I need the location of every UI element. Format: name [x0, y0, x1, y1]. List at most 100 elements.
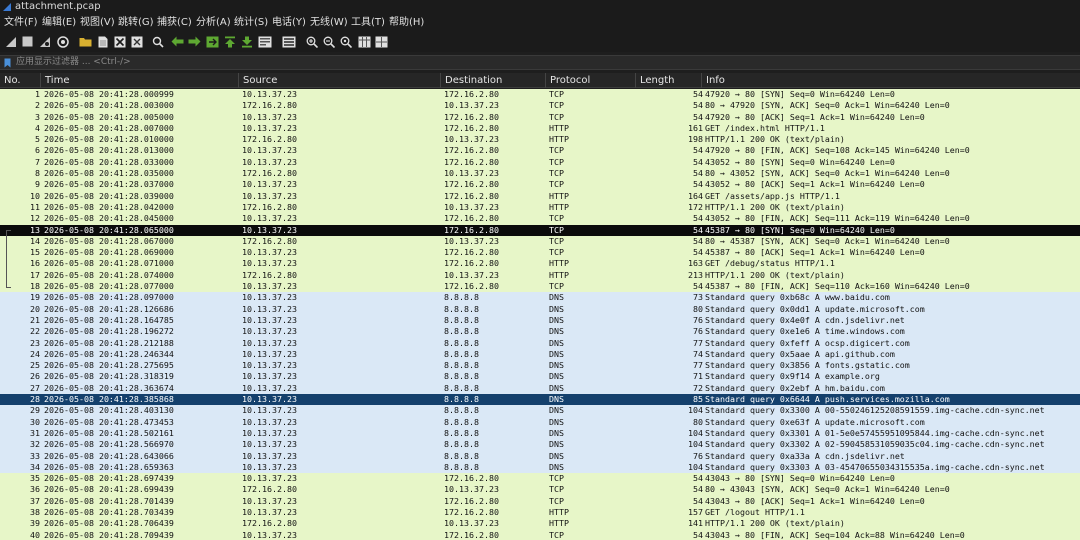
packet-row[interactable]: 3 2026-05-08 20:41:28.005000 10.13.37.23 17… [0, 111, 1080, 123]
packet-row[interactable]: 12 2026-05-08 20:41:28.045000 10.13.37.23 1… [0, 213, 1080, 225]
packet-row[interactable]: 16 2026-05-08 20:41:28.071000 10.13.37.23 1… [0, 258, 1080, 270]
packet-time: 2026-05-08 20:41:28.659363 [44, 461, 174, 472]
packet-row[interactable]: 9 2026-05-08 20:41:28.037000 10.13.37.23 17… [0, 179, 1080, 191]
packet-time: 2026-05-08 20:41:28.473453 [44, 416, 174, 427]
zoom-reset-icon[interactable] [338, 34, 353, 49]
packet-row[interactable]: 4 2026-05-08 20:41:28.007000 10.13.37.23 17… [0, 122, 1080, 135]
menu-view[interactable]: 视图(V) [80, 14, 115, 32]
packet-row[interactable]: 10 2026-05-08 20:41:28.039000 10.13.37.23 1… [0, 190, 1080, 202]
menu-capture[interactable]: 捕获(C) [157, 14, 192, 32]
packet-source: 172.16.2.80 [242, 168, 297, 179]
packet-row[interactable]: 38 2026-05-08 20:41:28.703439 10.13.37.23 1… [0, 506, 1080, 519]
packet-row[interactable]: 40 2026-05-08 20:41:28.709439 10.13.37.23 1… [0, 529, 1080, 540]
packet-length: 54 [693, 224, 703, 235]
packet-row[interactable]: 32 2026-05-08 20:41:28.566970 10.13.37.23 8… [0, 439, 1080, 451]
packet-length: 104 [688, 405, 703, 416]
zoom-out-icon[interactable] [321, 34, 336, 49]
packet-row[interactable]: 39 2026-05-08 20:41:28.706439 172.16.2.80 1… [0, 518, 1080, 530]
packet-length: 54 [693, 473, 703, 484]
save-icon[interactable] [112, 34, 127, 49]
column-header-protocol[interactable]: Protocol [545, 73, 635, 88]
last-packet-icon[interactable] [239, 34, 254, 49]
packet-row[interactable]: 7 2026-05-08 20:41:28.033000 10.13.37.23 17… [0, 156, 1080, 169]
close-file-icon[interactable] [129, 34, 144, 49]
packet-row[interactable]: 31 2026-05-08 20:41:28.502161 10.13.37.23 8… [0, 427, 1080, 440]
menu-wireless[interactable]: 无线(W) [310, 14, 348, 32]
packet-info: 43043 → 80 [SYN] Seq=0 Win=64240 Len=0 [705, 473, 895, 484]
menu-tools[interactable]: 工具(T) [351, 14, 385, 32]
packet-protocol: DNS [549, 427, 564, 438]
first-packet-icon[interactable] [222, 34, 237, 49]
zoom-in-icon[interactable] [304, 34, 319, 49]
packet-row[interactable]: 20 2026-05-08 20:41:28.126686 10.13.37.23 8… [0, 303, 1080, 315]
packet-list[interactable]: 1 2026-05-08 20:41:28.000999 10.13.37.23 17… [0, 89, 1080, 540]
packet-row[interactable]: 33 2026-05-08 20:41:28.643066 10.13.37.23 8… [0, 450, 1080, 462]
packet-row[interactable]: 6 2026-05-08 20:41:28.013000 10.13.37.23 17… [0, 145, 1080, 157]
column-header-info[interactable]: Info [701, 73, 1080, 88]
stop-icon[interactable] [20, 34, 35, 49]
layout-icon[interactable] [374, 34, 389, 49]
packet-row[interactable]: 25 2026-05-08 20:41:28.275695 10.13.37.23 8… [0, 360, 1080, 372]
packet-row[interactable]: 30 2026-05-08 20:41:28.473453 10.13.37.23 8… [0, 416, 1080, 428]
capture-options-icon[interactable] [55, 34, 70, 49]
packet-row[interactable]: 14 2026-05-08 20:41:28.067000 172.16.2.80 1… [0, 235, 1080, 248]
packet-row[interactable]: 8 2026-05-08 20:41:28.035000 172.16.2.80 10… [0, 168, 1080, 180]
packet-row[interactable]: 28 2026-05-08 20:41:28.385868 10.13.37.23 8… [0, 394, 1080, 406]
menu-go[interactable]: 跳转(G) [118, 14, 154, 32]
shark-fin-start-icon[interactable] [3, 34, 18, 49]
packet-number: 10 [30, 190, 40, 201]
packet-row[interactable]: 19 2026-05-08 20:41:28.097000 10.13.37.23 8… [0, 292, 1080, 304]
packet-protocol: DNS [549, 326, 564, 337]
menu-analyze[interactable]: 分析(A) [196, 14, 231, 32]
packet-protocol: DNS [549, 394, 564, 405]
packet-destination: 172.16.2.80 [444, 247, 499, 258]
packet-row[interactable]: 21 2026-05-08 20:41:28.164785 10.13.37.23 8… [0, 314, 1080, 327]
menu-help[interactable]: 帮助(H) [389, 14, 424, 32]
packet-row[interactable]: 18 2026-05-08 20:41:28.077000 10.13.37.23 1… [0, 281, 1080, 293]
column-header-time[interactable]: Time [40, 73, 238, 88]
column-header-destination[interactable]: Destination [440, 73, 545, 88]
menu-telephony[interactable]: 电话(Y) [272, 14, 306, 32]
packet-length: 213 [688, 269, 703, 280]
menu-statistics[interactable]: 统计(S) [234, 14, 268, 32]
menu-edit[interactable]: 编辑(E) [42, 14, 76, 32]
colorize-icon[interactable] [281, 34, 296, 49]
packet-row[interactable]: 5 2026-05-08 20:41:28.010000 172.16.2.80 10… [0, 134, 1080, 146]
find-icon[interactable] [150, 34, 165, 49]
back-arrow-icon[interactable] [170, 34, 185, 49]
resize-columns-icon[interactable] [357, 34, 372, 49]
packet-row[interactable]: 2 2026-05-08 20:41:28.003000 172.16.2.80 10… [0, 100, 1080, 112]
packet-row[interactable]: 11 2026-05-08 20:41:28.042000 172.16.2.80 1… [0, 201, 1080, 214]
bookmark-icon[interactable] [4, 58, 11, 68]
packet-row[interactable]: 17 2026-05-08 20:41:28.074000 172.16.2.80 1… [0, 269, 1080, 282]
packet-destination: 10.13.37.23 [444, 235, 499, 246]
menu-file[interactable]: 文件(F) [4, 14, 38, 32]
packet-info: Standard query 0x6644 A push.services.mo… [705, 394, 950, 405]
restart-icon[interactable] [37, 34, 52, 49]
packet-row[interactable]: 15 2026-05-08 20:41:28.069000 10.13.37.23 1… [0, 247, 1080, 259]
file-icon[interactable] [95, 34, 110, 49]
packet-row[interactable]: 37 2026-05-08 20:41:28.701439 10.13.37.23 1… [0, 495, 1080, 507]
packet-row[interactable]: 27 2026-05-08 20:41:28.363674 10.13.37.23 8… [0, 382, 1080, 395]
packet-row[interactable]: 22 2026-05-08 20:41:28.196272 10.13.37.23 8… [0, 326, 1080, 338]
packet-row[interactable]: 23 2026-05-08 20:41:28.212188 10.13.37.23 8… [0, 337, 1080, 349]
forward-arrow-icon[interactable] [187, 34, 202, 49]
go-to-packet-icon[interactable] [205, 34, 220, 49]
packet-row[interactable]: 24 2026-05-08 20:41:28.246344 10.13.37.23 8… [0, 348, 1080, 361]
packet-row[interactable]: 34 2026-05-08 20:41:28.659363 10.13.37.23 8… [0, 461, 1080, 474]
column-header-source[interactable]: Source [238, 73, 440, 88]
autoscroll-icon[interactable] [257, 34, 272, 49]
packet-row[interactable]: 26 2026-05-08 20:41:28.318319 10.13.37.23 8… [0, 371, 1080, 383]
column-header-length[interactable]: Length [635, 73, 701, 88]
packet-row[interactable]: 29 2026-05-08 20:41:28.403130 10.13.37.23 8… [0, 405, 1080, 417]
packet-row[interactable]: 35 2026-05-08 20:41:28.697439 10.13.37.23 1… [0, 473, 1080, 485]
packet-time: 2026-05-08 20:41:28.212188 [44, 337, 174, 348]
display-filter-input[interactable] [16, 56, 1076, 69]
packet-row[interactable]: 36 2026-05-08 20:41:28.699439 172.16.2.80 1… [0, 484, 1080, 496]
packet-info: Standard query 0x9f14 A example.org [705, 371, 880, 382]
packet-source: 10.13.37.23 [242, 405, 297, 416]
packet-row[interactable]: 13 2026-05-08 20:41:28.065000 10.13.37.23 1… [0, 224, 1080, 236]
open-folder-icon[interactable] [78, 34, 93, 49]
packet-row[interactable]: 1 2026-05-08 20:41:28.000999 10.13.37.23 17… [0, 89, 1080, 101]
column-header-no[interactable]: No. [0, 73, 40, 88]
